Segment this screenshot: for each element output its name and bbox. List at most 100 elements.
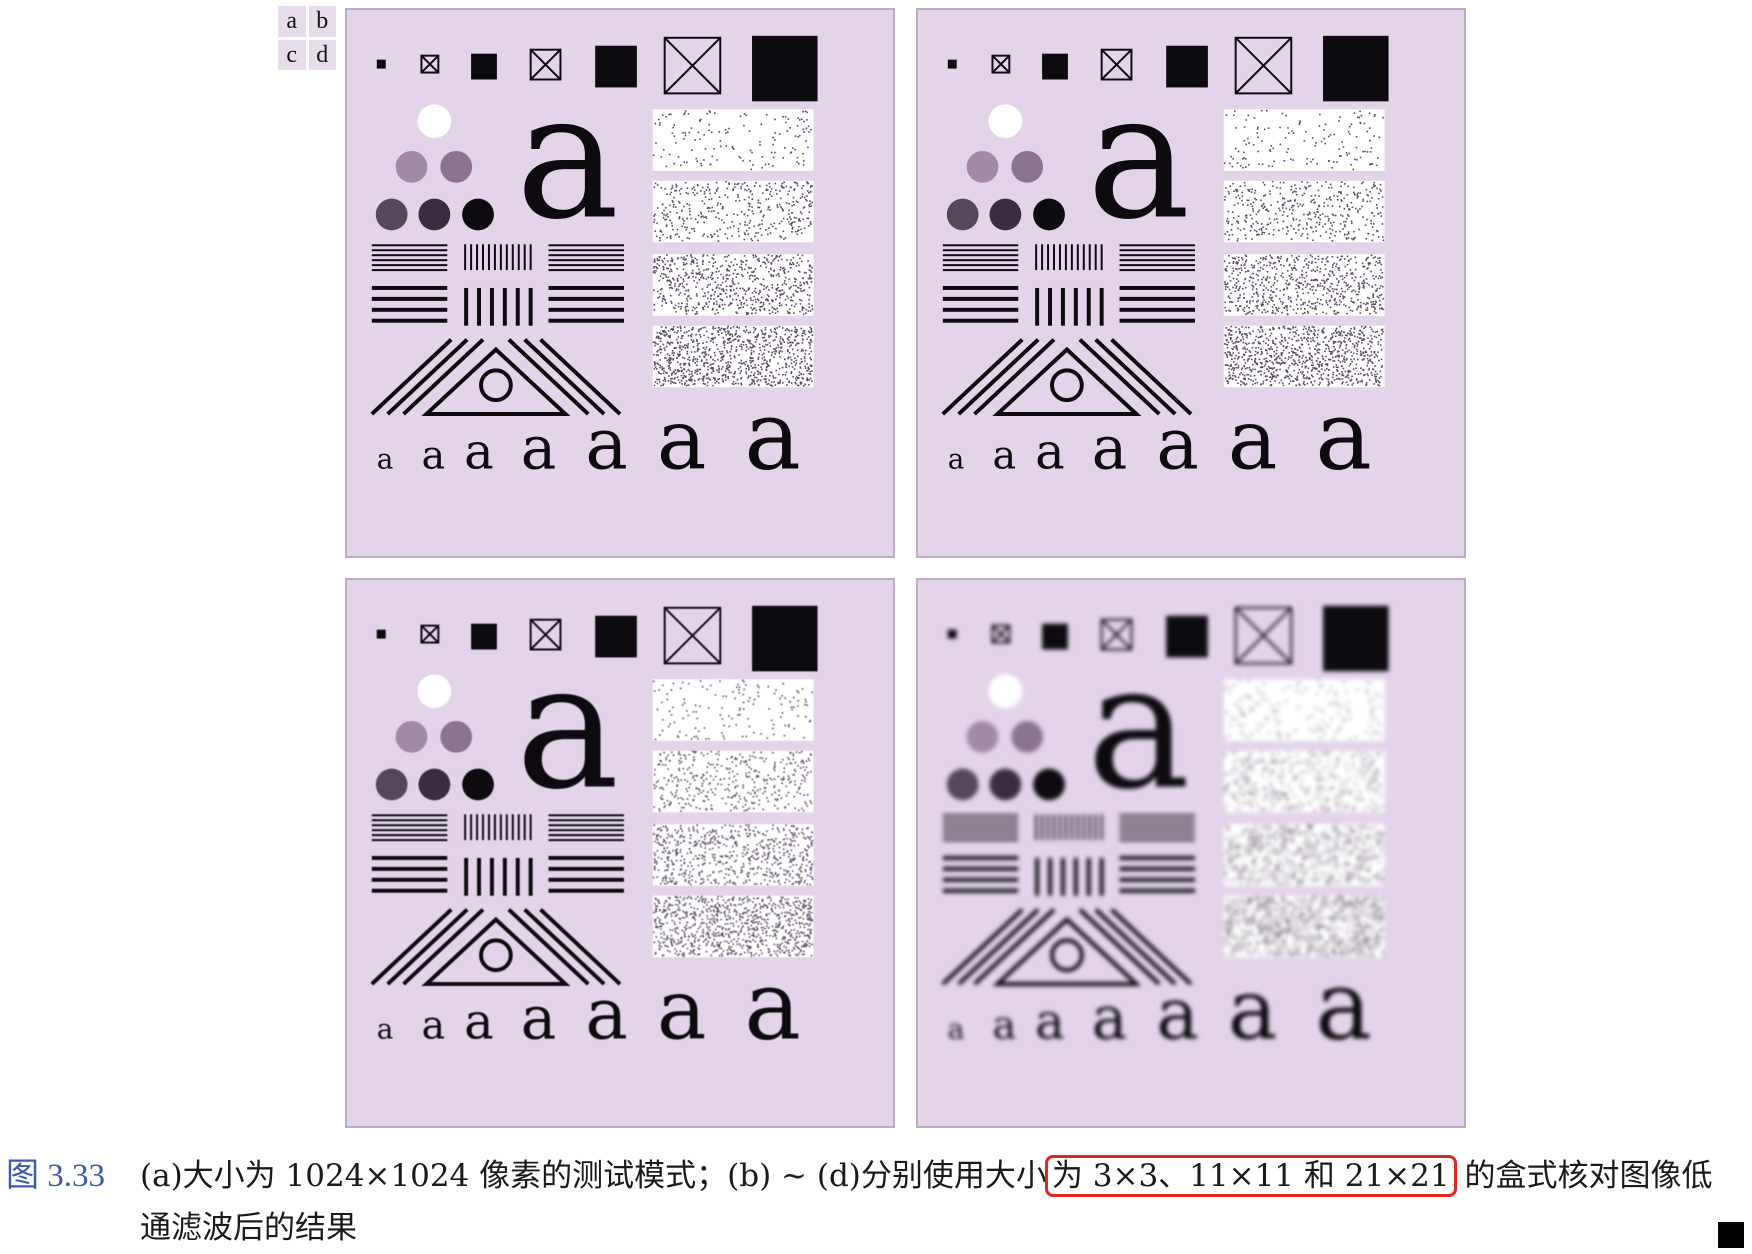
noise-dot (706, 235, 709, 238)
noise-dot (1253, 264, 1256, 267)
noise-dot (777, 775, 780, 778)
noise-dot (703, 305, 706, 308)
noise-dot (1368, 369, 1370, 371)
noise-dot (1266, 361, 1269, 363)
noise-dot (1330, 352, 1332, 355)
noise-dot (797, 342, 800, 345)
noise-dot (689, 213, 691, 216)
noise-dot (1251, 288, 1254, 291)
noise-dot (678, 294, 680, 296)
noise-dot (781, 350, 783, 353)
noise-dot (1382, 116, 1384, 119)
noise-dot (776, 307, 778, 310)
noise-dot (804, 367, 807, 370)
noise-dot (746, 776, 749, 779)
noise-dot (760, 234, 763, 236)
noise-dot (1336, 303, 1338, 306)
gray-circle (395, 720, 428, 753)
noise-dot (678, 381, 681, 384)
noise-dot (724, 194, 727, 196)
noise-dot (1380, 190, 1382, 192)
noise-dot (665, 345, 668, 348)
noise-dot (1230, 292, 1232, 295)
noise-dot (768, 309, 771, 312)
noise-dot (700, 213, 703, 215)
noise-dot (796, 349, 799, 351)
noise-dot (753, 295, 755, 298)
noise-dot (1243, 126, 1246, 128)
noise-dot (773, 307, 775, 310)
noise-dot (783, 358, 786, 361)
noise-dot (1377, 257, 1379, 260)
noise-dot (801, 334, 804, 337)
noise-dot (805, 308, 808, 311)
noise-dot (1305, 356, 1307, 359)
noise-dot (1242, 166, 1244, 169)
noise-dot (761, 363, 763, 365)
noise-dot (695, 370, 698, 373)
noise-dot (728, 784, 730, 786)
noise-dot (766, 258, 768, 260)
noise-dot (771, 751, 774, 754)
noise-dot (724, 233, 727, 235)
noise-dot (743, 809, 746, 812)
noise-dot (1321, 368, 1323, 370)
noise-dot (689, 378, 692, 381)
noise-dot (1366, 364, 1369, 367)
noise-dot (1349, 269, 1352, 271)
noise-dot (659, 121, 661, 124)
noise-dot (1261, 352, 1263, 354)
noise-dot (1302, 354, 1304, 357)
noise-dot (661, 763, 664, 766)
noise-dot (1322, 279, 1325, 282)
noise-dot (1352, 168, 1355, 171)
noise-dot (1258, 163, 1260, 165)
noise-dot (761, 757, 764, 760)
noise-dot (702, 234, 704, 237)
noise-dot (662, 330, 664, 332)
noise-dot (743, 255, 746, 257)
noise-dot (773, 139, 776, 141)
noise-dot (1322, 372, 1325, 375)
panel-c-box-filtered-11x11: aaaaaaaa (345, 578, 895, 1128)
noise-dot (702, 342, 704, 344)
noise-dot (780, 197, 782, 200)
noise-dot (1320, 364, 1323, 367)
noise-dot (802, 760, 804, 763)
noise-dot (745, 329, 748, 332)
noise-dot (666, 353, 669, 355)
noise-dot (676, 341, 679, 344)
noise-dot (735, 276, 738, 279)
noise-dot (712, 258, 715, 260)
noise-dot (778, 373, 780, 376)
noise-dot (689, 772, 692, 775)
noise-dot (788, 352, 791, 354)
noise-dot (759, 757, 762, 759)
noise-dot (1305, 187, 1308, 189)
noise-dot (1353, 194, 1356, 196)
noise-dot (1358, 283, 1361, 286)
noise-dot (1226, 356, 1229, 359)
noise-dot (671, 793, 674, 796)
noise-dot (679, 344, 681, 347)
noise-dot (664, 764, 667, 766)
noise-dot (778, 351, 781, 353)
noise-dot (654, 272, 656, 274)
noise-dot (1287, 375, 1290, 378)
noise-dot (704, 383, 706, 385)
noise-dot (1239, 373, 1241, 376)
noise-dot (778, 302, 781, 305)
noise-dot (747, 848, 749, 851)
noise-dot (793, 795, 796, 798)
noise-dot (660, 373, 662, 375)
noise-dot (764, 333, 766, 336)
noise-dot (1344, 376, 1347, 379)
noise-dot (735, 346, 738, 348)
noise-dot (708, 300, 711, 303)
noise-dot (1280, 339, 1283, 342)
noise-dot (1321, 363, 1323, 365)
noise-dot (703, 292, 706, 295)
noise-dot (1331, 205, 1334, 207)
noise-dot (710, 372, 713, 374)
noise-dot (719, 265, 722, 268)
